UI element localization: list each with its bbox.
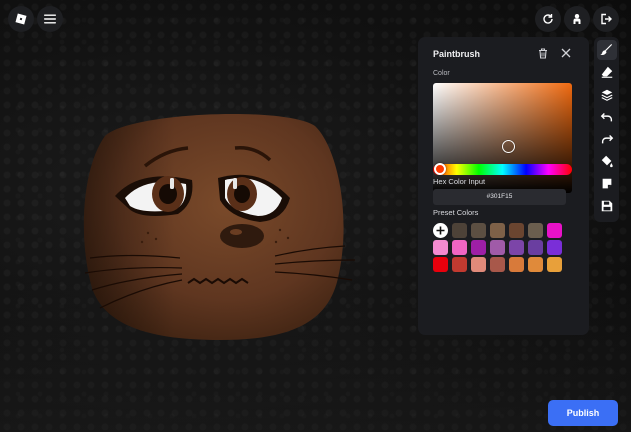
paintbrush-tool-button[interactable]: [596, 40, 617, 60]
preset-swatch[interactable]: [528, 240, 543, 255]
preset-swatch[interactable]: [433, 240, 448, 255]
save-icon: [601, 200, 612, 212]
eraser-tool-button[interactable]: [597, 62, 617, 82]
layers-tool-button[interactable]: [597, 85, 617, 105]
hex-color-input[interactable]: [433, 189, 566, 205]
panel-title: Paintbrush: [433, 49, 481, 59]
fill-bucket-tool-button[interactable]: [597, 151, 617, 171]
exit-button[interactable]: [593, 6, 619, 32]
preset-swatch[interactable]: [509, 223, 524, 238]
paintbrush-panel: Paintbrush Color Hex Color Input Preset …: [418, 37, 589, 335]
avatar-icon: [573, 14, 581, 24]
close-icon: [561, 48, 571, 58]
reset-icon: [543, 14, 553, 24]
reset-button[interactable]: [535, 6, 561, 32]
menu-button[interactable]: [37, 6, 63, 32]
undo-tool-button[interactable]: [597, 107, 617, 127]
tool-bar: [594, 37, 619, 222]
color-label: Color: [433, 70, 450, 77]
eraser-icon: [601, 67, 612, 79]
hue-slider[interactable]: [433, 164, 572, 175]
avatar-button[interactable]: [564, 6, 590, 32]
preset-swatch[interactable]: [528, 257, 543, 272]
preset-swatch[interactable]: [547, 257, 562, 272]
preset-swatch[interactable]: [471, 240, 486, 255]
sticker-tool-button[interactable]: [597, 174, 617, 194]
layers-icon: [600, 89, 613, 101]
preset-swatch[interactable]: [471, 257, 486, 272]
preset-swatch[interactable]: [471, 223, 486, 238]
fill-bucket-icon: [601, 156, 613, 168]
preset-swatch[interactable]: [490, 223, 505, 238]
preset-swatch[interactable]: [509, 240, 524, 255]
close-button[interactable]: [559, 46, 573, 60]
exit-icon: [601, 13, 612, 25]
preset-swatch[interactable]: [452, 240, 467, 255]
delete-button[interactable]: [536, 46, 550, 60]
preset-swatch[interactable]: [433, 257, 448, 272]
preset-color-grid: [433, 223, 568, 272]
trash-icon: [539, 47, 547, 59]
add-preset-button[interactable]: [433, 223, 448, 238]
preset-swatch[interactable]: [452, 223, 467, 238]
menu-icon: [44, 14, 56, 24]
hue-slider-knob[interactable]: [434, 163, 446, 175]
undo-icon: [600, 112, 612, 122]
preset-swatch[interactable]: [547, 223, 562, 238]
roblox-logo-button[interactable]: [8, 6, 34, 32]
preset-swatch[interactable]: [509, 257, 524, 272]
preset-swatch[interactable]: [528, 223, 543, 238]
preset-swatch[interactable]: [490, 240, 505, 255]
redo-tool-button[interactable]: [597, 129, 617, 149]
save-tool-button[interactable]: [597, 196, 617, 216]
preset-swatch[interactable]: [452, 257, 467, 272]
roblox-logo-icon: [15, 13, 27, 25]
publish-button[interactable]: Publish: [548, 400, 618, 426]
preset-swatch[interactable]: [490, 257, 505, 272]
paintbrush-icon: [599, 44, 612, 55]
avatar-head-preview: [70, 108, 360, 348]
plus-icon: [436, 226, 445, 235]
sticker-icon: [602, 178, 611, 189]
color-picker-knob[interactable]: [502, 140, 515, 153]
redo-icon: [601, 135, 613, 144]
preset-colors-label: Preset Colors: [433, 208, 479, 217]
hex-color-label: Hex Color Input: [433, 177, 486, 186]
preset-swatch[interactable]: [547, 240, 562, 255]
